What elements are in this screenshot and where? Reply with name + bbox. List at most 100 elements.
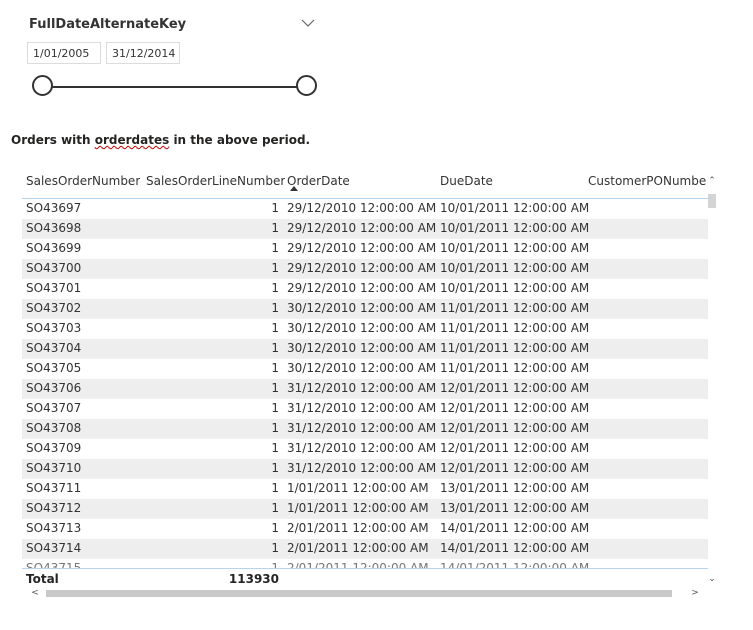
range-slider-start-handle[interactable] (32, 75, 53, 96)
cell-salesordernumber: SO43714 (26, 541, 82, 555)
cell-salesorderlinenumber: 1 (271, 361, 279, 375)
table-row[interactable]: SO43712 1 1/01/2011 12:00:00 AM 13/01/2011 … (22, 499, 708, 519)
scroll-left-icon[interactable]: < (30, 588, 40, 598)
cell-salesordernumber: SO43712 (26, 501, 82, 515)
chevron-down-icon[interactable] (300, 16, 316, 30)
scroll-down-icon[interactable]: ⌄ (707, 574, 717, 584)
table-row[interactable]: SO43704 1 30/12/2010 12:00:00 AM 11/01/2011… (22, 339, 708, 359)
table-row[interactable]: SO43707 1 31/12/2010 12:00:00 AM 12/01/2011… (22, 399, 708, 419)
cell-duedate: 14/01/2011 12:00:00 AM (440, 541, 590, 555)
orders-table: SalesOrderNumber SalesOrderLineNumber Or… (22, 170, 708, 598)
cell-salesorderlinenumber: 1 (271, 441, 279, 455)
cell-orderdate: 2/01/2011 12:00:00 AM (287, 521, 429, 535)
cell-salesordernumber: SO43700 (26, 261, 82, 275)
table-row[interactable]: SO43708 1 31/12/2010 12:00:00 AM 12/01/2011… (22, 419, 708, 439)
cell-duedate: 10/01/2011 12:00:00 AM (440, 261, 590, 275)
cell-salesordernumber: SO43709 (26, 441, 82, 455)
cell-salesordernumber: SO43698 (26, 221, 82, 235)
table-row[interactable]: SO43715 1 2/01/2011 12:00:00 AM 14/01/2011 … (22, 559, 708, 568)
cell-orderdate: 31/12/2010 12:00:00 AM (287, 381, 437, 395)
cell-duedate: 10/01/2011 12:00:00 AM (440, 281, 590, 295)
cell-orderdate: 30/12/2010 12:00:00 AM (287, 361, 437, 375)
cell-orderdate: 30/12/2010 12:00:00 AM (287, 301, 437, 315)
cell-orderdate: 30/12/2010 12:00:00 AM (287, 341, 437, 355)
range-slider-end-handle[interactable] (296, 75, 317, 96)
column-header-salesorderlinenumber[interactable]: SalesOrderLineNumber (146, 174, 285, 188)
table-row[interactable]: SO43703 1 30/12/2010 12:00:00 AM 11/01/2011… (22, 319, 708, 339)
cell-orderdate: 31/12/2010 12:00:00 AM (287, 441, 437, 455)
cell-salesorderlinenumber: 1 (271, 501, 279, 515)
cell-duedate: 12/01/2011 12:00:00 AM (440, 401, 590, 415)
cell-salesorderlinenumber: 1 (271, 421, 279, 435)
table-row[interactable]: SO43701 1 29/12/2010 12:00:00 AM 10/01/2011… (22, 279, 708, 299)
cell-salesordernumber: SO43713 (26, 521, 82, 535)
cell-duedate: 14/01/2011 12:00:00 AM (440, 561, 590, 568)
cell-duedate: 14/01/2011 12:00:00 AM (440, 521, 590, 535)
horizontal-scroll-thumb[interactable] (46, 590, 672, 597)
table-row[interactable]: SO43697 1 29/12/2010 12:00:00 AM 10/01/2011… (22, 199, 708, 219)
cell-salesorderlinenumber: 1 (271, 221, 279, 235)
cell-orderdate: 29/12/2010 12:00:00 AM (287, 281, 437, 295)
scroll-right-icon[interactable]: > (690, 588, 700, 598)
cell-salesordernumber: SO43701 (26, 281, 82, 295)
table-row[interactable]: SO43706 1 31/12/2010 12:00:00 AM 12/01/2011… (22, 379, 708, 399)
table-row[interactable]: SO43711 1 1/01/2011 12:00:00 AM 13/01/2011 … (22, 479, 708, 499)
cell-salesordernumber: SO43710 (26, 461, 82, 475)
start-date-input[interactable]: 1/01/2005 (27, 42, 101, 64)
cell-salesorderlinenumber: 1 (271, 481, 279, 495)
cell-salesordernumber: SO43697 (26, 201, 82, 215)
cell-orderdate: 2/01/2011 12:00:00 AM (287, 561, 429, 568)
horizontal-scrollbar[interactable]: < > (22, 588, 706, 598)
cell-salesorderlinenumber: 1 (271, 321, 279, 335)
cell-duedate: 12/01/2011 12:00:00 AM (440, 461, 590, 475)
column-header-salesordernumber[interactable]: SalesOrderNumber (26, 174, 140, 188)
cell-salesorderlinenumber: 1 (271, 521, 279, 535)
cell-salesorderlinenumber: 1 (271, 561, 279, 568)
column-header-customerponumber[interactable]: CustomerPONumbe (588, 174, 706, 188)
cell-orderdate: 31/12/2010 12:00:00 AM (287, 461, 437, 475)
cell-orderdate: 30/12/2010 12:00:00 AM (287, 321, 437, 335)
cell-salesordernumber: SO43711 (26, 481, 82, 495)
table-row[interactable]: SO43698 1 29/12/2010 12:00:00 AM 10/01/2011… (22, 219, 708, 239)
cell-duedate: 12/01/2011 12:00:00 AM (440, 421, 590, 435)
cell-orderdate: 2/01/2011 12:00:00 AM (287, 541, 429, 555)
sort-ascending-icon (290, 186, 298, 191)
cell-duedate: 11/01/2011 12:00:00 AM (440, 301, 590, 315)
table-caption: Orders with orderdates in the above peri… (11, 133, 310, 147)
cell-salesordernumber: SO43708 (26, 421, 82, 435)
cell-salesordernumber: SO43704 (26, 341, 82, 355)
cell-orderdate: 29/12/2010 12:00:00 AM (287, 221, 437, 235)
table-row[interactable]: SO43709 1 31/12/2010 12:00:00 AM 12/01/2011… (22, 439, 708, 459)
cell-duedate: 10/01/2011 12:00:00 AM (440, 241, 590, 255)
vertical-scrollbar[interactable]: ⌃ ⌄ (707, 176, 717, 584)
table-row[interactable]: SO43699 1 29/12/2010 12:00:00 AM 10/01/2011… (22, 239, 708, 259)
table-row[interactable]: SO43700 1 29/12/2010 12:00:00 AM 10/01/2011… (22, 259, 708, 279)
cell-duedate: 10/01/2011 12:00:00 AM (440, 221, 590, 235)
cell-orderdate: 31/12/2010 12:00:00 AM (287, 421, 437, 435)
cell-duedate: 13/01/2011 12:00:00 AM (440, 481, 590, 495)
table-body: SO43697 1 29/12/2010 12:00:00 AM 10/01/2011… (22, 199, 708, 568)
vertical-scroll-thumb[interactable] (708, 194, 716, 208)
cell-duedate: 13/01/2011 12:00:00 AM (440, 501, 590, 515)
cell-salesorderlinenumber: 1 (271, 261, 279, 275)
cell-salesordernumber: SO43699 (26, 241, 82, 255)
column-header-duedate[interactable]: DueDate (440, 174, 493, 188)
table-row[interactable]: SO43710 1 31/12/2010 12:00:00 AM 12/01/2011… (22, 459, 708, 479)
cell-orderdate: 31/12/2010 12:00:00 AM (287, 401, 437, 415)
cell-duedate: 12/01/2011 12:00:00 AM (440, 381, 590, 395)
scroll-up-icon[interactable]: ⌃ (707, 176, 717, 186)
cell-orderdate: 1/01/2011 12:00:00 AM (287, 501, 429, 515)
cell-salesorderlinenumber: 1 (271, 301, 279, 315)
cell-salesorderlinenumber: 1 (271, 201, 279, 215)
caption-prefix: Orders with (11, 133, 95, 147)
table-row[interactable]: SO43705 1 30/12/2010 12:00:00 AM 11/01/2011… (22, 359, 708, 379)
table-header: SalesOrderNumber SalesOrderLineNumber Or… (22, 170, 708, 199)
end-date-input[interactable]: 31/12/2014 (106, 42, 180, 64)
caption-misspelled-word: orderdates (94, 133, 170, 147)
table-row[interactable]: SO43713 1 2/01/2011 12:00:00 AM 14/01/2011 … (22, 519, 708, 539)
cell-orderdate: 29/12/2010 12:00:00 AM (287, 241, 437, 255)
table-row[interactable]: SO43702 1 30/12/2010 12:00:00 AM 11/01/2011… (22, 299, 708, 319)
range-slider-track (43, 86, 307, 88)
cell-salesordernumber: SO43715 (26, 561, 82, 568)
table-row[interactable]: SO43714 1 2/01/2011 12:00:00 AM 14/01/2011 … (22, 539, 708, 559)
